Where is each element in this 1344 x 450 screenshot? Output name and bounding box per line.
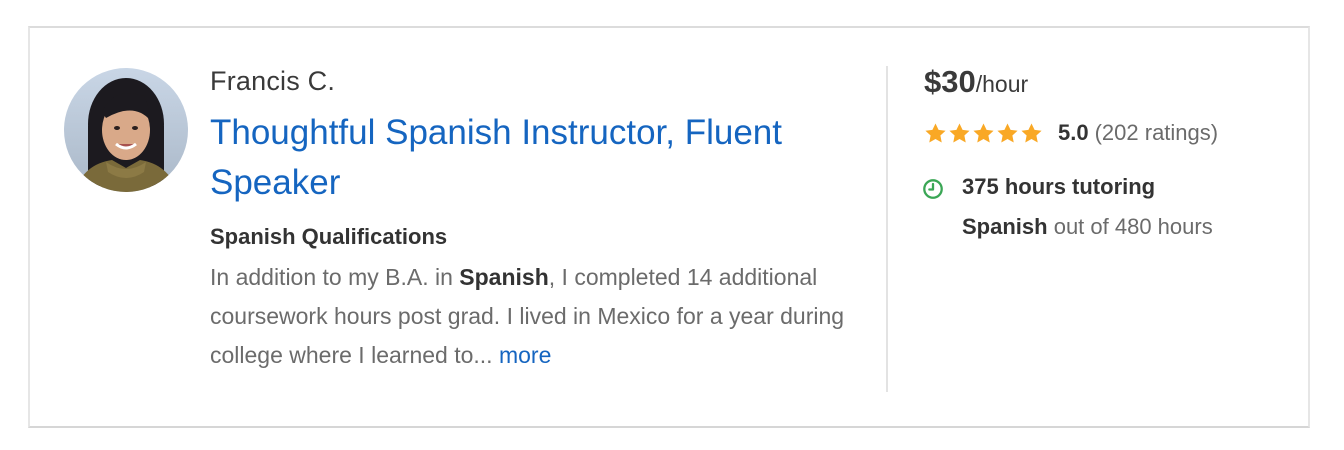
hours-total: out of 480 hours bbox=[1053, 214, 1213, 239]
qualifications-title: Spanish Qualifications bbox=[210, 224, 448, 249]
more-link[interactable]: more bbox=[499, 342, 551, 368]
star-icon bbox=[997, 122, 1018, 143]
rating-score: 5.0 bbox=[1058, 120, 1089, 145]
clock-icon bbox=[923, 179, 943, 199]
tutor-headline-link[interactable]: Thoughtful Spanish Instructor, Fluent Sp… bbox=[210, 108, 830, 208]
star-icon bbox=[1021, 122, 1042, 143]
rating-count: (202 ratings) bbox=[1094, 120, 1219, 145]
rate-unit: /hour bbox=[975, 71, 1029, 97]
star-icon bbox=[973, 122, 994, 143]
hours-subject: Spanish bbox=[962, 214, 1048, 239]
tutor-name: Francis C. bbox=[210, 66, 336, 96]
qualifications-text: In addition to my B.A. in Spanish, I com… bbox=[210, 258, 870, 375]
qualifications-text-intro: In addition to my B.A. in bbox=[210, 264, 460, 290]
star-icon bbox=[949, 122, 970, 143]
star-icon bbox=[925, 122, 946, 143]
hourly-rate: $30/hour bbox=[924, 64, 1028, 100]
hours-breakdown: Spanish out of 480 hours bbox=[962, 214, 1213, 240]
hours-tutoring: 375 hours tutoring bbox=[962, 174, 1156, 199]
column-divider bbox=[886, 66, 888, 392]
rating-summary[interactable]: 5.0 (202 ratings) bbox=[924, 118, 1218, 148]
qualifications-subject: Spanish bbox=[459, 264, 549, 290]
rating-stars bbox=[924, 122, 1044, 145]
tutor-card[interactable]: Francis C. Thoughtful Spanish Instructor… bbox=[28, 26, 1310, 428]
tutor-avatar[interactable] bbox=[64, 68, 188, 192]
rate-price: $30 bbox=[924, 64, 976, 99]
